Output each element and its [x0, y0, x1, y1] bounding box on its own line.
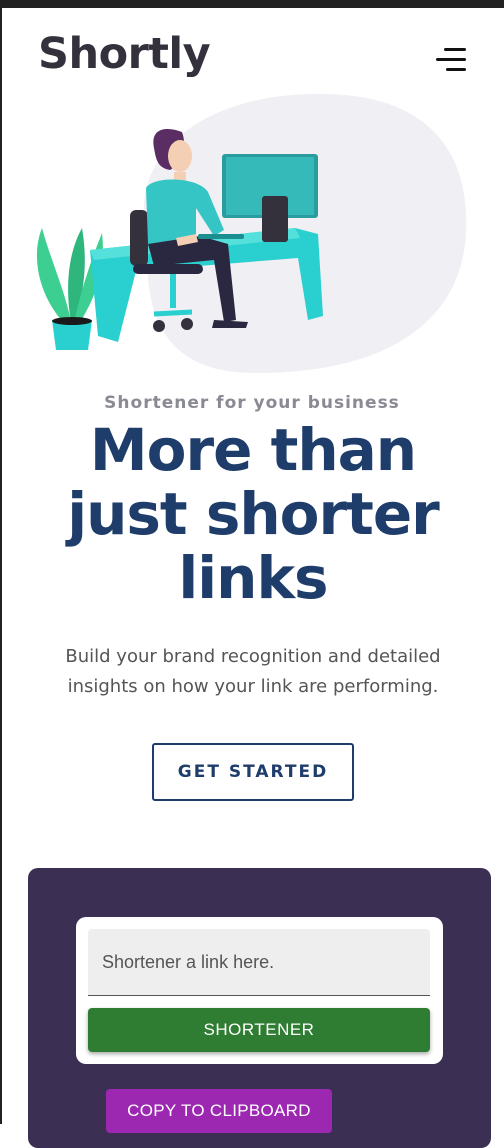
plant-icon [36, 228, 103, 350]
menu-line [444, 48, 466, 51]
hero-illustration [36, 93, 467, 373]
hero-title: More than just shorter links [30, 418, 476, 610]
menu-line [436, 58, 466, 61]
hero-title-line: links [178, 544, 328, 612]
hero-title-line: More than [89, 416, 417, 484]
hamburger-menu-icon[interactable] [436, 48, 468, 72]
url-input[interactable] [88, 929, 430, 996]
window-left-edge [0, 8, 2, 1124]
menu-line [446, 68, 466, 71]
hero-description: Build your brand recognition and detaile… [65, 646, 441, 697]
shorten-button[interactable]: SHORTENER [88, 1008, 430, 1052]
copy-to-clipboard-button[interactable]: COPY TO CLIPBOARD [106, 1089, 332, 1133]
get-started-button[interactable]: GET STARTED [152, 743, 354, 801]
hero-eyebrow: Shortener for your business [104, 393, 400, 413]
hero-title-line: just shorter [67, 480, 440, 548]
window-top-bar [0, 0, 504, 8]
logo[interactable]: Shortly [38, 26, 211, 82]
shorten-section: SHORTENER COPY TO CLIPBOARD [28, 868, 491, 1148]
shorten-form-card: SHORTENER [76, 917, 443, 1064]
